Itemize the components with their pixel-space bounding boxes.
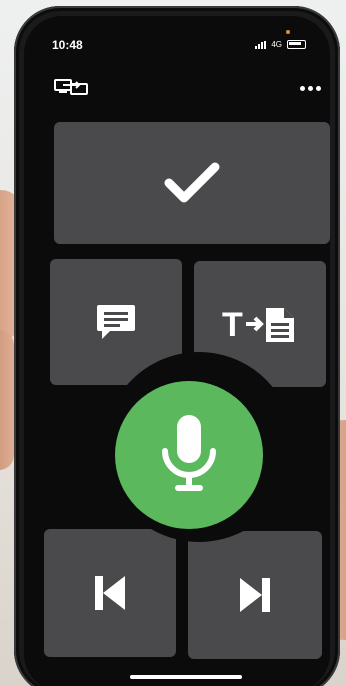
- phone-frame: 10:48 4G T: [14, 6, 340, 686]
- more-options-icon[interactable]: [300, 86, 321, 91]
- signal-icon: [255, 40, 267, 49]
- status-time: 10:48: [52, 38, 83, 52]
- network-type: 4G: [271, 40, 282, 49]
- text-to-document-icon: T: [222, 306, 294, 344]
- record-button[interactable]: [115, 381, 263, 529]
- status-indicators: 4G: [255, 40, 306, 49]
- skip-next-button[interactable]: [188, 531, 322, 659]
- confirm-button[interactable]: [54, 122, 330, 244]
- skip-next-icon: [240, 578, 270, 612]
- phone-screen: 10:48 4G T: [24, 16, 330, 686]
- skip-previous-icon: [95, 576, 125, 610]
- home-indicator[interactable]: [130, 675, 242, 679]
- camera-indicator-dot: [286, 30, 290, 34]
- text-t-glyph: T: [222, 306, 243, 344]
- screen-mirror-icon[interactable]: [54, 78, 88, 101]
- checkmark-icon: [164, 162, 220, 203]
- microphone-icon: [162, 415, 216, 491]
- comment-icon: [97, 305, 135, 339]
- left-hand-finger: [0, 330, 14, 470]
- photo-scene: 10:48 4G T: [0, 0, 346, 686]
- battery-icon: [287, 40, 306, 49]
- skip-previous-button[interactable]: [44, 529, 176, 657]
